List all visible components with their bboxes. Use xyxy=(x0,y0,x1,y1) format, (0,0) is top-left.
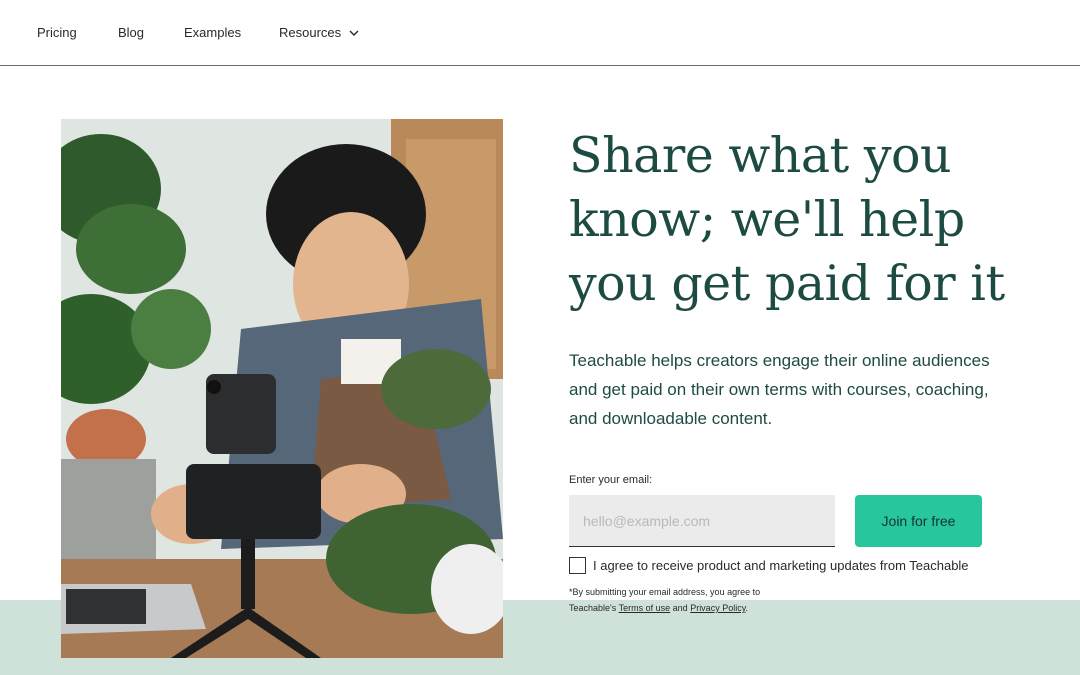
privacy-policy-link[interactable]: Privacy Policy xyxy=(690,603,745,613)
nav-pricing-link[interactable]: Pricing xyxy=(37,25,77,40)
hero-headline: Share what you know; we'll help you get … xyxy=(569,127,1005,312)
consent-label: I agree to receive product and marketing… xyxy=(593,557,969,573)
nav-examples-link[interactable]: Examples xyxy=(184,25,241,40)
hero-subtext: Teachable helps creators engage their on… xyxy=(569,351,990,428)
consent-row: I agree to receive product and marketing… xyxy=(569,556,969,574)
nav-blog-link[interactable]: Blog xyxy=(118,25,144,40)
top-navigation: Pricing Blog Examples Resources xyxy=(0,0,1080,66)
chevron-down-icon[interactable] xyxy=(348,28,360,38)
email-label: Enter your email: xyxy=(569,474,653,486)
consent-checkbox[interactable] xyxy=(569,556,586,574)
fine-print-and: and xyxy=(672,603,688,613)
fine-print: *By submitting your email address, you a… xyxy=(569,584,869,616)
join-for-free-button[interactable]: Join for free xyxy=(855,495,982,547)
fine-print-brand: Teachable's xyxy=(569,603,617,613)
fine-print-text: *By submitting your email address, you a… xyxy=(569,587,761,597)
nav-resources-menu[interactable]: Resources xyxy=(279,25,341,40)
hero-photo-creator-filming xyxy=(61,119,503,658)
terms-of-use-link[interactable]: Terms of use xyxy=(619,603,671,613)
fine-print-end: . xyxy=(745,603,749,613)
email-input[interactable] xyxy=(569,495,835,547)
